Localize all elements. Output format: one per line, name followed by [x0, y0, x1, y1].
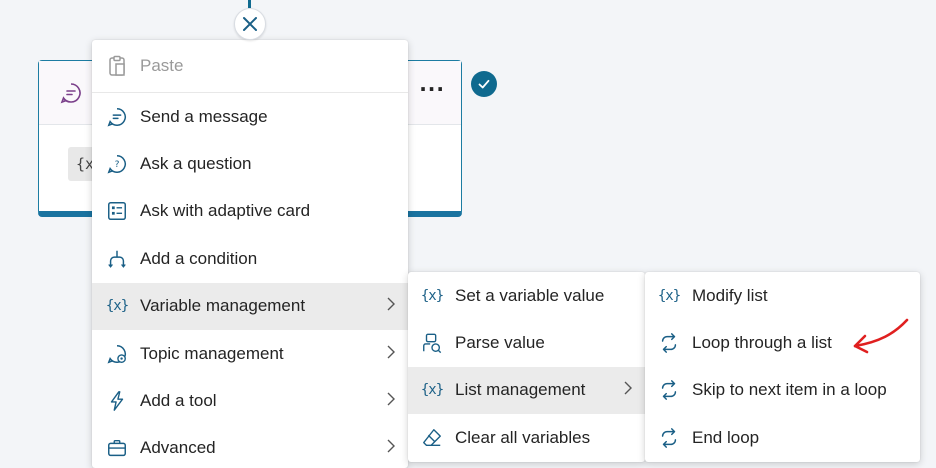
- parse-icon: [420, 331, 444, 355]
- menu-item-label: Parse value: [455, 333, 545, 353]
- variable-management-submenu: {x} Set a variable value Parse value {x}…: [408, 272, 645, 462]
- briefcase-icon: [105, 436, 129, 460]
- menu-item-ask-question[interactable]: ? Ask a question: [92, 140, 408, 187]
- menu-item-add-condition[interactable]: Add a condition: [92, 235, 408, 282]
- menu-item-advanced[interactable]: Advanced: [92, 425, 408, 468]
- chevron-right-icon: [623, 380, 633, 400]
- more-options-icon[interactable]: ···: [419, 77, 445, 101]
- menu-item-send-message[interactable]: Send a message: [92, 93, 408, 140]
- variable-icon: {x}: [420, 382, 444, 399]
- svg-text:?: ?: [115, 159, 120, 170]
- loop-icon: [657, 378, 681, 402]
- question-icon: ?: [105, 152, 129, 176]
- menu-item-topic-management[interactable]: Topic management: [92, 330, 408, 377]
- menu-item-parse-value[interactable]: Parse value: [408, 319, 645, 366]
- check-badge-icon: [471, 71, 497, 97]
- adaptive-card-icon: [105, 199, 129, 223]
- connector-line: [248, 0, 251, 8]
- menu-item-label: Advanced: [140, 438, 216, 458]
- lightning-icon: [105, 389, 129, 413]
- chevron-right-icon: [386, 296, 396, 316]
- menu-item-label: Send a message: [140, 106, 268, 126]
- menu-item-label: Topic management: [140, 343, 284, 363]
- menu-item-skip-next-item[interactable]: Skip to next item in a loop: [645, 367, 920, 414]
- variable-icon: {x}: [420, 287, 444, 304]
- menu-item-modify-list[interactable]: {x} Modify list: [645, 272, 920, 319]
- menu-item-variable-management[interactable]: {x} Variable management: [92, 282, 408, 330]
- menu-item-add-tool[interactable]: Add a tool: [92, 377, 408, 424]
- menu-item-label: Ask a question: [140, 154, 252, 174]
- menu-item-label: Variable management: [140, 296, 306, 316]
- menu-item-label: Skip to next item in a loop: [692, 380, 887, 400]
- loop-icon: [657, 331, 681, 355]
- eraser-icon: [420, 426, 444, 450]
- menu-item-list-management[interactable]: {x} List management: [408, 366, 645, 415]
- menu-item-label: Clear all variables: [455, 427, 591, 447]
- chevron-right-icon: [386, 391, 396, 411]
- menu-item-label: Loop through a list: [692, 333, 832, 353]
- menu-item-clear-variables[interactable]: Clear all variables: [408, 414, 645, 461]
- menu-item-label: Ask with adaptive card: [140, 201, 311, 221]
- menu-item-adaptive-card[interactable]: Ask with adaptive card: [92, 188, 408, 235]
- menu-item-label: Set a variable value: [455, 285, 605, 305]
- annotation-arrow-icon: [853, 318, 909, 354]
- close-icon: [243, 17, 257, 31]
- menu-item-label: List management: [455, 380, 586, 400]
- variable-icon: {x}: [657, 287, 681, 304]
- menu-item-label: Paste: [140, 56, 184, 75]
- menu-item-set-variable[interactable]: {x} Set a variable value: [408, 272, 645, 319]
- paste-icon: [105, 54, 129, 78]
- topic-icon: [105, 342, 129, 366]
- chevron-right-icon: [386, 438, 396, 458]
- condition-icon: [105, 247, 129, 271]
- message-icon: [59, 81, 83, 110]
- add-node-menu: Paste Send a message ? Ask a question As…: [92, 40, 408, 468]
- menu-item-label: Add a condition: [140, 248, 258, 268]
- close-menu-button[interactable]: [234, 8, 266, 40]
- menu-item-end-loop[interactable]: End loop: [645, 414, 920, 461]
- variable-icon: {x}: [105, 298, 129, 315]
- loop-icon: [657, 426, 681, 450]
- menu-item-label: Add a tool: [140, 391, 217, 411]
- menu-item-label: Modify list: [692, 285, 768, 305]
- menu-item-label: End loop: [692, 427, 760, 447]
- message-icon: [105, 105, 129, 129]
- chevron-right-icon: [386, 344, 396, 364]
- menu-item-paste: Paste: [92, 40, 408, 93]
- list-management-submenu: {x} Modify list Loop through a list Skip…: [645, 272, 920, 462]
